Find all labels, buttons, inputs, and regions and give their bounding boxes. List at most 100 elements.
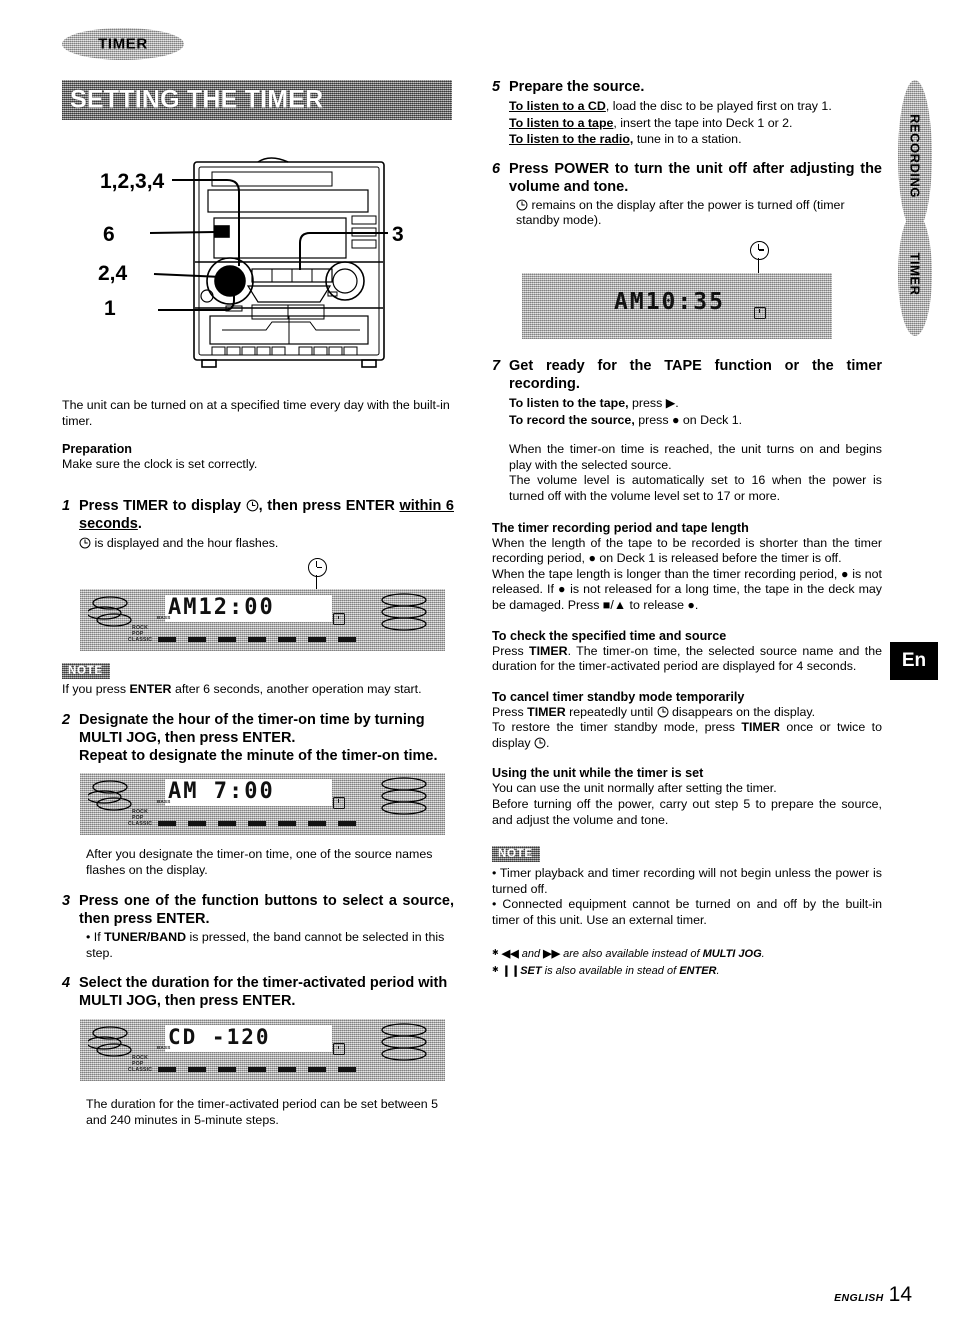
step-7-para-1: When the timer-on time is reached, the u… <box>509 442 882 472</box>
step-5-line-3: To listen to the radio, tune in to a sta… <box>509 132 882 148</box>
cancel-l1-d: disappears on the display. <box>668 704 816 719</box>
footer-page-number: 14 <box>888 1283 912 1306</box>
footnotes: ✱ ◀◀ and ▶▶ are also available instead o… <box>492 945 882 979</box>
lcd-bass-label: BASS <box>157 1045 171 1051</box>
note-chip: NOTE <box>492 846 540 862</box>
note-1-text-c: after 6 seconds, another operation may s… <box>171 682 422 697</box>
step-7-line-1-tail: . <box>675 395 679 410</box>
lcd-level-dashes <box>158 637 358 643</box>
note-block-1: NOTE If you press ENTER after 6 seconds,… <box>62 661 454 698</box>
side-tab-timer-label: TIMER <box>907 252 923 296</box>
step-7-head: Get ready for the TAPE function or the t… <box>509 357 882 392</box>
side-tab-recording: RECORDING <box>898 80 932 232</box>
lcd-eq-classic: CLASSIC <box>128 820 153 827</box>
play-icon: ▶ <box>665 395 676 410</box>
step-3-bullet: • If TUNER/BAND is pressed, the band can… <box>86 930 454 961</box>
side-tab-timer: TIMER <box>898 212 932 336</box>
step-7-lines: To listen to the tape, press ▶. To recor… <box>509 396 882 505</box>
section-banner: SETTING THE TIMER <box>62 80 452 120</box>
lcd-source-duration-value: CD -120 <box>168 1025 271 1050</box>
using-para-1: You can use the unit normally after sett… <box>492 781 777 796</box>
callout-1234: 1,2,3,4 <box>100 170 165 193</box>
clock-icon <box>657 706 669 718</box>
callout-3: 3 <box>392 223 404 246</box>
tape-p2-e: . <box>694 597 699 612</box>
tape-length-para-2: When the tape length is longer than the … <box>492 567 882 614</box>
lcd-eq-classic: CLASSIC <box>128 637 153 644</box>
section-tab-timer: TIMER <box>62 28 184 60</box>
step-6: 6 Press POWER to turn the unit off after… <box>492 160 882 196</box>
step-2-head: Designate the hour of the timer-on time … <box>79 711 425 746</box>
lcd-time-value: AM10:35 <box>614 288 725 315</box>
manual-page: TIMER SETTING THE TIMER RECORDING TIMER … <box>0 0 954 1342</box>
language-badge: En <box>890 642 938 680</box>
step-1-sub-text: is displayed and the hour flashes. <box>91 535 279 550</box>
step-4-number: 4 <box>62 975 71 992</box>
footnote-1-d: . <box>761 947 765 960</box>
step-7-line-1-rest: press <box>628 395 666 410</box>
note-1-text-b: ENTER <box>129 682 172 697</box>
step-6-sub: remains on the display after the power i… <box>516 198 874 229</box>
clock-icon <box>534 737 546 749</box>
section-using-unit: Using the unit while the timer is set Yo… <box>492 766 882 828</box>
disc-stack-icon <box>381 777 427 815</box>
step-7: 7 Get ready for the TAPE function or the… <box>492 357 882 393</box>
tape-p2-d: to release <box>626 597 688 612</box>
step-5-line-3-rest: tune in to a station. <box>633 132 742 147</box>
step-7-para-2: The volume level is automatically set to… <box>509 473 882 503</box>
step-4-head: Select the duration for the timer-activa… <box>79 975 448 1010</box>
step-7-line-1: To listen to the tape, press ▶. <box>509 396 882 412</box>
lcd-bass-label: BASS <box>157 798 171 804</box>
check-text-a: Press <box>492 643 530 658</box>
record-icon: ● <box>557 582 567 597</box>
section-cancel-standby: To cancel timer standby mode temporarily… <box>492 690 882 752</box>
clock-icon <box>79 537 91 549</box>
disc-icon-group <box>88 596 132 628</box>
step-3-bullet-a: • If <box>86 930 105 945</box>
callout-6: 6 <box>103 223 115 246</box>
callout-24: 2,4 <box>98 262 128 285</box>
disc-icon-group <box>88 780 132 811</box>
cancel-l2-a: To restore the timer standby mode, press <box>492 720 742 735</box>
section-tab-label: TIMER <box>98 35 148 53</box>
fast-forward-icon: ▶▶ <box>543 947 561 960</box>
step-3-number: 3 <box>62 893 71 910</box>
after-step4-text: The duration for the timer-activated per… <box>86 1097 438 1127</box>
pause-icon: ❙❙ <box>501 964 521 977</box>
step-6-sub-text: remains on the display after the power i… <box>516 197 845 228</box>
step-5-head: Prepare the source. <box>509 79 645 95</box>
clock-icon <box>516 199 528 211</box>
check-heading: To check the specified time and source <box>492 628 727 643</box>
step-1-number: 1 <box>62 497 71 514</box>
step-5-line-3-lead: To listen to the radio, <box>509 132 634 147</box>
tape-p1-b: on Deck 1 is released before the timer i… <box>595 551 842 566</box>
lcd-display-step1: AM12:00 ROCK POP CLASSIC BASS <box>62 557 454 653</box>
step-1-head-a: Press TIMER to display <box>79 497 246 514</box>
lcd-timer-indicator <box>754 306 766 319</box>
after-step2-text: After you designate the timer-on time, o… <box>86 846 433 877</box>
footnote-2-b: is also available in stead of <box>541 964 680 977</box>
step-2-head2: Repeat to designate the minute of the ti… <box>79 747 438 764</box>
tape-length-heading: The timer recording period and tape leng… <box>492 520 749 535</box>
footnote-2-c: ENTER <box>679 964 717 977</box>
rewind-icon: ◀◀ <box>501 947 519 960</box>
section-check-time: To check the specified time and source P… <box>492 629 882 675</box>
step-5-number: 5 <box>492 79 501 95</box>
tape-length-para-1: When the length of the tape to be record… <box>492 536 882 567</box>
step-1: 1 Press TIMER to display , then press EN… <box>62 497 454 533</box>
page-title: SETTING THE TIMER <box>70 85 324 114</box>
step-6-number: 6 <box>492 160 501 177</box>
lcd-panel: AM10:35 <box>522 272 832 339</box>
disc-stack-icon <box>381 593 427 632</box>
cancel-heading: To cancel timer standby mode temporarily <box>492 689 745 704</box>
stereo-system-diagram: 1,2,3,4 6 2,4 1 3 <box>62 150 454 370</box>
step-4: 4 Select the duration for the timer-acti… <box>62 974 454 1010</box>
record-icon: ● <box>687 597 695 612</box>
note-2-bullet-2: • Connected equipment cannot be turned o… <box>492 897 882 928</box>
check-text: Press TIMER. The timer-on time, the sele… <box>492 644 882 675</box>
footer-language: ENGLISH <box>834 1292 884 1304</box>
lcd-display-step2: AM 7:00 ROCK POP CLASSIC BASS <box>62 772 454 839</box>
step-1-head-d: . <box>137 515 142 532</box>
step-1-head-b: , then press ENTER <box>258 497 400 514</box>
step-7-line-2-lead: To record the source, <box>509 412 635 427</box>
